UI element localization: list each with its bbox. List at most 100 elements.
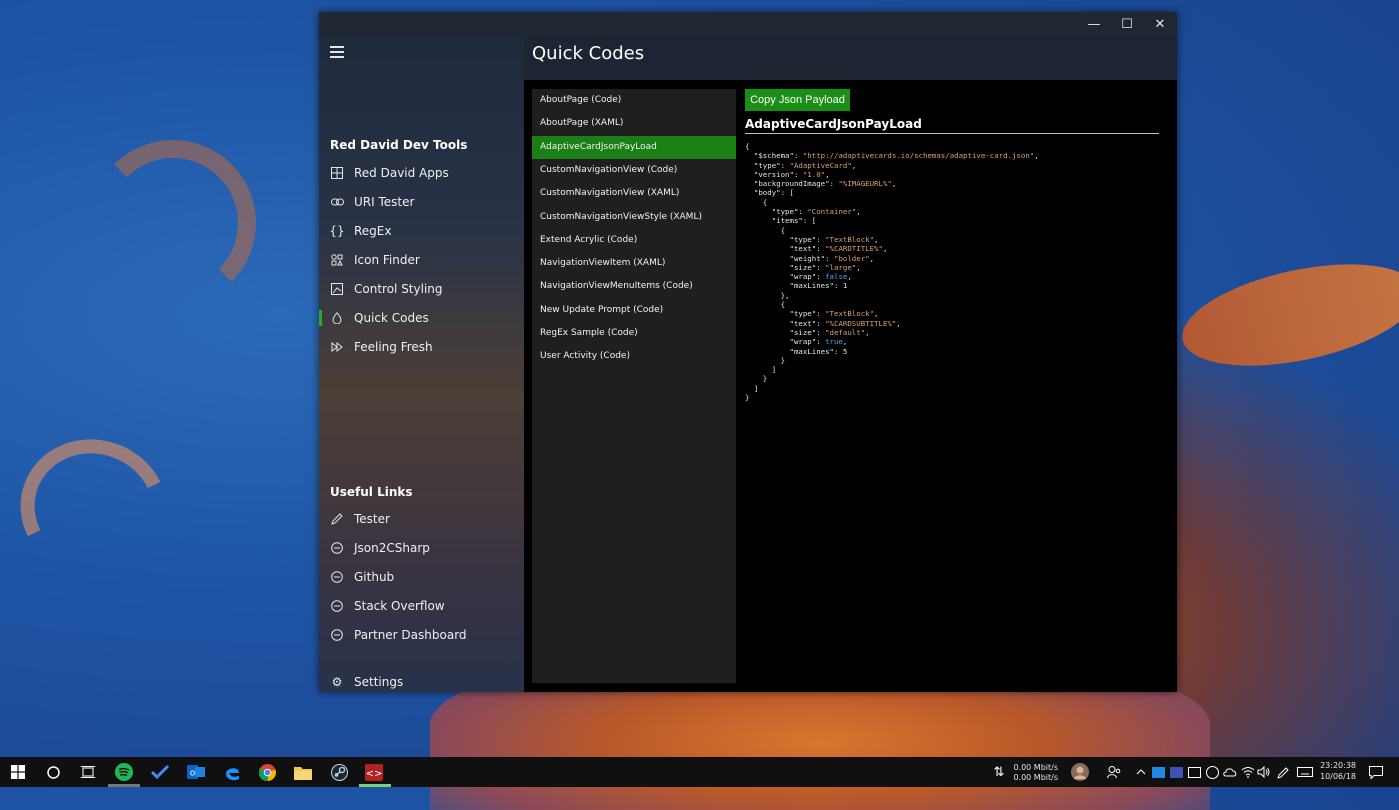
copy-json-payload-button[interactable]: Copy Json Payload	[745, 89, 850, 111]
nav-item-control-styling[interactable]: Control Styling	[319, 274, 524, 303]
wallpaper-tentacle	[1173, 246, 1399, 384]
json-value: "bolder"	[834, 253, 870, 263]
json-value: false	[825, 272, 848, 282]
user-avatar[interactable]	[1070, 762, 1090, 782]
list-item-selected[interactable]: AdaptiveCardJsonPayLoad	[532, 135, 736, 159]
json-value: 1	[842, 281, 848, 291]
nav-item-label: Quick Codes	[354, 310, 429, 325]
json-value: "large"	[825, 262, 857, 272]
cloud-icon[interactable]	[1220, 762, 1240, 782]
droplet-icon	[330, 311, 344, 325]
nav-item-uri-tester[interactable]: URI Tester	[319, 187, 524, 216]
svg-text:o: o	[190, 769, 196, 779]
svg-text:<>: <>	[366, 768, 383, 779]
list-item[interactable]: New Update Prompt (Code)	[532, 299, 736, 322]
tools-heading: Red David Dev Tools	[330, 138, 468, 152]
json-value: "TextBlock"	[825, 309, 875, 319]
divider	[745, 133, 1159, 134]
nav-item-settings[interactable]: ⚙ Settings	[319, 667, 524, 696]
nav-link-stack-overflow[interactable]: Stack Overflow	[319, 591, 524, 620]
app-window: — ☐ ✕ Red David Dev Tools Red David Apps…	[319, 12, 1177, 692]
code-list[interactable]: AboutPage (Code) AboutPage (XAML) Adapti…	[532, 89, 736, 683]
spotify-icon[interactable]	[114, 762, 134, 782]
hamburger-menu-icon[interactable]	[330, 46, 344, 60]
steam-tray-icon[interactable]	[1202, 762, 1222, 782]
nav-item-feeling-fresh[interactable]: Feeling Fresh	[319, 332, 524, 361]
circle-minus-icon	[330, 570, 344, 584]
json-value: "http://adaptivecards.io/schemas/adaptiv…	[802, 151, 1035, 161]
fast-forward-icon	[330, 340, 344, 354]
windows-start-icon[interactable]	[8, 762, 28, 782]
chrome-icon[interactable]	[257, 762, 277, 782]
list-item[interactable]: NavigationViewMenuItems (Code)	[532, 275, 736, 298]
volume-icon[interactable]	[1254, 762, 1274, 782]
title-bar[interactable]: — ☐ ✕	[319, 12, 1177, 37]
nav-item-label: Icon Finder	[354, 252, 420, 267]
clock-date[interactable]: 10/06/18	[1316, 772, 1356, 782]
taskbar: o <> ⇅ 0.00 Mbit/s 0.00 Mbit/s 23:20:38 …	[0, 757, 1399, 787]
nav-link-json2csharp[interactable]: Json2CSharp	[319, 533, 524, 562]
list-item[interactable]: Extend Acrylic (Code)	[532, 229, 736, 252]
braces-icon: {}	[329, 223, 345, 238]
nav-item-label: Red David Apps	[354, 165, 449, 180]
nav-item-label: Settings	[354, 674, 404, 689]
json-value: "%IMAGEURL%"	[838, 179, 892, 189]
content-area: AboutPage (Code) AboutPage (XAML) Adapti…	[524, 80, 1177, 692]
nav-link-label: Json2CSharp	[354, 540, 430, 555]
list-item[interactable]: RegEx Sample (Code)	[532, 322, 736, 345]
list-item[interactable]: User Activity (Code)	[532, 345, 736, 368]
nav-link-tester[interactable]: Tester	[319, 504, 524, 533]
outlook-icon[interactable]: o	[186, 762, 206, 782]
json-value: true	[825, 337, 843, 347]
pen-workspace-icon[interactable]	[1273, 762, 1293, 782]
nav-link-label: Stack Overflow	[354, 598, 445, 613]
minimize-button[interactable]: —	[1077, 12, 1111, 37]
steam-icon[interactable]	[329, 762, 349, 782]
cortana-icon[interactable]	[43, 762, 63, 782]
keyboard-icon[interactable]	[1295, 762, 1315, 782]
network-arrows-icon: ⇅	[993, 764, 1005, 780]
navigation-pane: Red David Dev Tools Red David Apps URI T…	[319, 37, 524, 692]
task-view-icon[interactable]	[78, 762, 98, 782]
json-value: 5	[842, 346, 848, 356]
list-item[interactable]: CustomNavigationViewStyle (XAML)	[532, 206, 736, 229]
notifications-icon[interactable]	[1366, 762, 1386, 782]
gear-icon: ⚙	[331, 674, 343, 689]
nav-item-quick-codes[interactable]: Quick Codes	[319, 303, 524, 332]
list-item[interactable]: CustomNavigationView (XAML)	[532, 182, 736, 205]
nav-item-label: Control Styling	[354, 281, 443, 296]
nav-link-github[interactable]: Github	[319, 562, 524, 591]
file-explorer-icon[interactable]	[293, 762, 313, 782]
nav-link-label: Tester	[354, 511, 390, 526]
list-item[interactable]: AboutPage (XAML)	[532, 112, 736, 135]
network-upload-speed: 0.00 Mbit/s	[1013, 763, 1058, 772]
json-value: "%CARDSUBTITLE%"	[825, 318, 897, 328]
todo-icon[interactable]	[150, 762, 170, 782]
json-value: "default"	[825, 327, 866, 337]
app-tray-icon[interactable]	[1166, 762, 1186, 782]
nav-item-regex[interactable]: {} RegEx	[319, 216, 524, 245]
page-title: Quick Codes	[532, 43, 645, 64]
app-tray-icon[interactable]	[1148, 762, 1168, 782]
network-download-speed: 0.00 Mbit/s	[1013, 773, 1058, 782]
json-value: "Container"	[807, 207, 857, 217]
link-icon	[330, 195, 344, 209]
circle-minus-icon	[330, 628, 344, 642]
list-item[interactable]: CustomNavigationView (Code)	[532, 159, 736, 182]
people-icon[interactable]	[1104, 762, 1124, 782]
edge-icon[interactable]	[222, 762, 242, 782]
close-button[interactable]: ✕	[1143, 12, 1177, 37]
maximize-button[interactable]: ☐	[1110, 12, 1144, 37]
nav-item-label: URI Tester	[354, 194, 415, 209]
nav-item-icon-finder[interactable]: Icon Finder	[319, 245, 524, 274]
nav-item-red-david-apps[interactable]: Red David Apps	[319, 158, 524, 187]
app-tray-icon[interactable]	[1184, 762, 1204, 782]
list-item[interactable]: NavigationViewItem (XAML)	[532, 252, 736, 275]
nav-link-partner-dashboard[interactable]: Partner Dashboard	[319, 620, 524, 649]
list-item[interactable]: AboutPage (Code)	[532, 89, 736, 112]
style-icon	[330, 282, 344, 296]
json-code-view[interactable]: { "$schema": "http://adaptivecards.io/sc…	[745, 142, 1165, 402]
clock-time[interactable]: 23:20:38	[1316, 761, 1356, 771]
apps-icon	[330, 166, 344, 180]
dev-tools-app-icon[interactable]: <>	[364, 762, 384, 782]
